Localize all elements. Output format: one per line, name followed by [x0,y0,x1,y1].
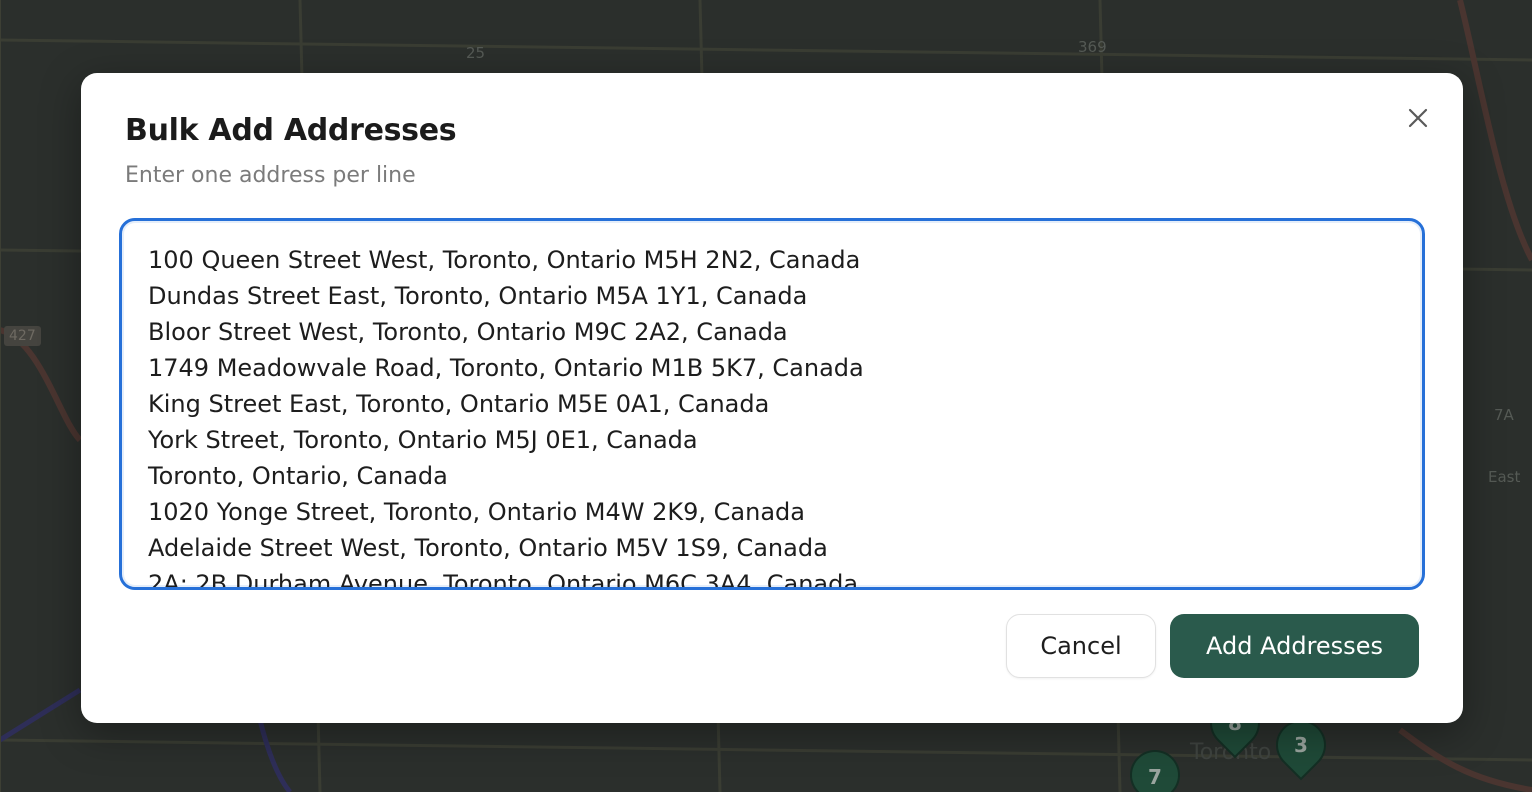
addresses-textarea[interactable] [122,221,1422,587]
dialog-subtitle: Enter one address per line [125,163,416,188]
bulk-add-dialog: Bulk Add Addresses Enter one address per… [81,73,1463,723]
map-marker-number: 7 [1148,765,1162,789]
cancel-button[interactable]: Cancel [1006,614,1156,678]
map-label: 25 [466,44,486,62]
dialog-title: Bulk Add Addresses [125,113,457,148]
close-icon [1408,108,1428,128]
addresses-textarea-frame [119,218,1425,590]
close-button[interactable] [1403,103,1433,133]
map-label: East [1488,468,1521,486]
map-label: 7A [1494,406,1514,424]
map-label: 369 [1078,38,1107,56]
add-addresses-button[interactable]: Add Addresses [1170,614,1419,678]
route-shield: 427 [4,326,41,346]
map-marker-number: 3 [1294,733,1308,757]
